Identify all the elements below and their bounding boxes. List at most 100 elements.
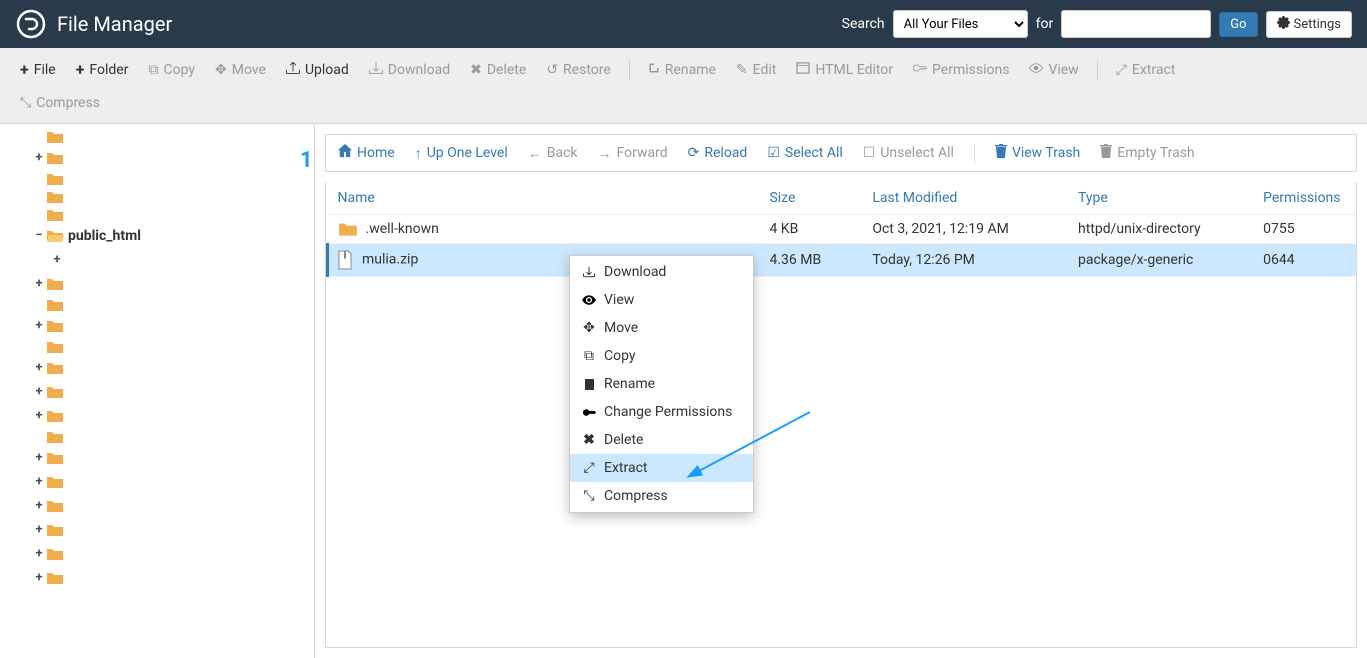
search-scope-select[interactable]: All Your Files xyxy=(893,10,1028,38)
go-button[interactable]: Go xyxy=(1219,12,1257,37)
delete-icon: ✖ xyxy=(470,62,482,78)
reload-icon: ⟳ xyxy=(688,145,700,161)
tree-item-selected[interactable]: −public_html xyxy=(0,224,314,248)
tree-item[interactable]: + xyxy=(0,380,314,404)
tree-item[interactable]: + xyxy=(0,272,314,296)
file-button[interactable]: +File xyxy=(12,56,64,83)
eye-icon xyxy=(582,295,596,305)
view-trash-button[interactable]: View Trash xyxy=(995,144,1080,162)
html-editor-button[interactable]: HTML Editor xyxy=(788,58,901,82)
ctx-change-permissions[interactable]: Change Permissions xyxy=(570,398,753,426)
file-table-wrap: Name Size Last Modified Type Permissions… xyxy=(325,182,1357,648)
tree-item[interactable]: + xyxy=(0,404,314,428)
table-row[interactable]: .well-known 4 KB Oct 3, 2021, 12:19 AM h… xyxy=(328,215,1357,244)
compress-button[interactable]: ⤡Compress xyxy=(12,91,108,115)
col-type[interactable]: Type xyxy=(1068,182,1253,215)
tree-item[interactable]: + xyxy=(0,248,314,272)
rename-button[interactable]: Rename xyxy=(640,58,724,82)
check-icon: ☑ xyxy=(767,145,780,161)
tree-item[interactable]: + xyxy=(0,314,314,338)
sidebar-tree[interactable]: + −public_html + + + + + + + + + + + + xyxy=(0,124,315,658)
restore-icon: ↺ xyxy=(546,62,558,78)
permissions-button[interactable]: Permissions xyxy=(905,57,1017,83)
restore-button[interactable]: ↺Restore xyxy=(538,58,618,82)
tree-item[interactable]: + xyxy=(0,518,314,542)
home-button[interactable]: Home xyxy=(338,144,395,162)
edit-button[interactable]: ✎Edit xyxy=(728,58,784,82)
upload-button[interactable]: Upload xyxy=(278,57,357,83)
empty-trash-button[interactable]: Empty Trash xyxy=(1100,144,1194,162)
download-button[interactable]: Download xyxy=(361,57,458,83)
table-row-selected[interactable]: mulia.zip 4.36 MB Today, 12:26 PM packag… xyxy=(328,244,1357,277)
col-permissions[interactable]: Permissions xyxy=(1253,182,1356,215)
logo: File Manager xyxy=(15,8,172,40)
view-button[interactable]: View xyxy=(1021,57,1086,83)
col-modified[interactable]: Last Modified xyxy=(862,182,1068,215)
ctx-download[interactable]: Download xyxy=(570,258,753,286)
ctx-extract[interactable]: ⤢Extract xyxy=(570,454,753,482)
uncheck-icon: ☐ xyxy=(863,145,876,161)
download-icon xyxy=(369,61,383,79)
header: File Manager Search All Your Files for G… xyxy=(0,0,1367,48)
tree-item[interactable]: + xyxy=(0,566,314,590)
col-size[interactable]: Size xyxy=(759,182,862,215)
reload-button[interactable]: ⟳Reload xyxy=(688,145,748,161)
compress-icon: ⤡ xyxy=(582,488,596,504)
delete-button[interactable]: ✖Delete xyxy=(462,58,534,82)
move-icon: ✥ xyxy=(215,62,227,78)
tree-item[interactable]: + xyxy=(0,494,314,518)
ctx-delete[interactable]: ✖Delete xyxy=(570,426,753,454)
ctx-view[interactable]: View xyxy=(570,286,753,314)
cpanel-icon xyxy=(15,8,47,40)
tree-item[interactable] xyxy=(0,170,314,188)
content-pane: Home ↑Up One Level ←Back →Forward ⟳Reloa… xyxy=(315,124,1367,658)
package-icon xyxy=(336,250,354,270)
gear-icon xyxy=(1277,16,1290,33)
col-name[interactable]: Name xyxy=(328,182,760,215)
folder-button[interactable]: +Folder xyxy=(68,56,137,83)
tree-item[interactable]: + xyxy=(0,146,314,170)
compress-icon: ⤡ xyxy=(20,95,31,111)
search-input[interactable] xyxy=(1061,10,1211,38)
nav-bar: Home ↑Up One Level ←Back →Forward ⟳Reloa… xyxy=(325,134,1357,172)
tree-item[interactable] xyxy=(0,188,314,206)
ctx-rename[interactable]: Rename xyxy=(570,370,753,398)
copy-button[interactable]: ⧉Copy xyxy=(140,58,203,82)
up-icon: ↑ xyxy=(415,145,422,162)
tree-item[interactable] xyxy=(0,206,314,224)
tree-item[interactable] xyxy=(0,338,314,356)
tree-item[interactable] xyxy=(0,428,314,446)
tree-item[interactable] xyxy=(0,296,314,314)
tree-item[interactable]: + xyxy=(0,470,314,494)
separator xyxy=(629,60,630,80)
eye-icon xyxy=(1029,61,1043,79)
up-button[interactable]: ↑Up One Level xyxy=(415,145,508,162)
trash-icon xyxy=(1100,144,1112,162)
ctx-compress[interactable]: ⤡Compress xyxy=(570,482,753,510)
forward-button[interactable]: →Forward xyxy=(598,145,668,162)
app-title: File Manager xyxy=(57,12,172,36)
select-all-button[interactable]: ☑Select All xyxy=(767,145,842,161)
folder-icon xyxy=(338,221,358,237)
copy-icon: ⧉ xyxy=(148,62,158,78)
for-label: for xyxy=(1036,16,1054,32)
ctx-move[interactable]: ✥Move xyxy=(570,314,753,342)
tree-item[interactable]: + xyxy=(0,356,314,380)
move-icon: ✥ xyxy=(582,320,596,336)
copy-icon: ⧉ xyxy=(582,348,596,364)
tree-item[interactable] xyxy=(0,128,314,146)
html-editor-icon xyxy=(796,62,810,78)
move-button[interactable]: ✥Move xyxy=(207,58,274,82)
tree-item[interactable]: + xyxy=(0,542,314,566)
context-menu: Download View ✥Move ⧉Copy Rename Change … xyxy=(569,255,754,513)
extract-icon: ⤢ xyxy=(582,460,596,476)
settings-button[interactable]: Settings xyxy=(1266,11,1352,38)
extract-button[interactable]: ⤢Extract xyxy=(1108,58,1184,82)
rename-icon xyxy=(582,378,596,391)
rename-icon xyxy=(648,62,660,78)
tree-item[interactable]: + xyxy=(0,446,314,470)
unselect-all-button[interactable]: ☐Unselect All xyxy=(863,145,954,161)
ctx-copy[interactable]: ⧉Copy xyxy=(570,342,753,370)
home-icon xyxy=(338,144,352,162)
back-button[interactable]: ←Back xyxy=(528,145,578,162)
